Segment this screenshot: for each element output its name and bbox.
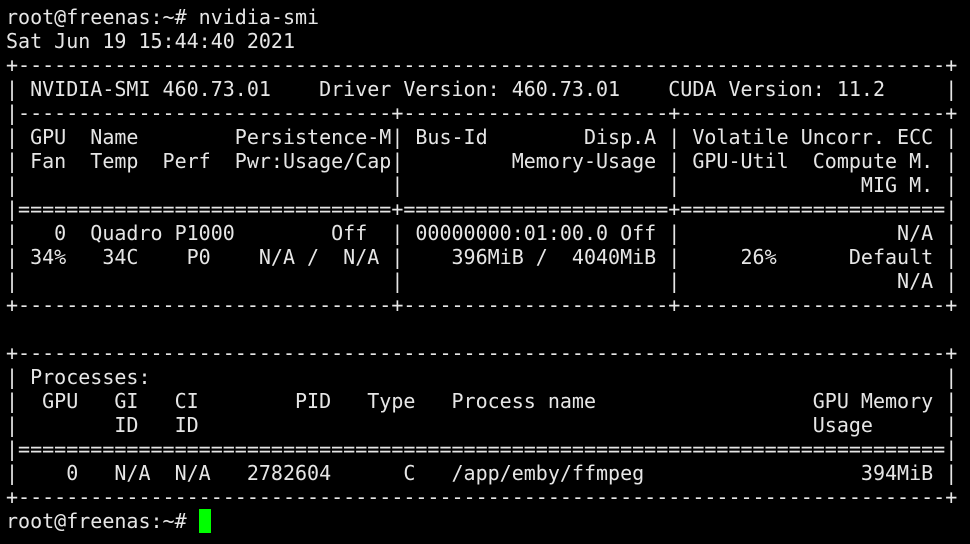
processes-border-top: +---------------------------------------… bbox=[6, 341, 958, 365]
gpu-row-line-1: | 0 Quadro P1000 Off | 00000000:01:00.0 … bbox=[6, 221, 958, 245]
processes-title-line: | Processes: | bbox=[6, 365, 958, 389]
timestamp-line: Sat Jun 19 15:44:40 2021 bbox=[6, 29, 295, 53]
processes-border-bottom: +---------------------------------------… bbox=[6, 485, 958, 509]
process-row: | 0 N/A N/A 2782604 C /app/emby/ffmpeg 3… bbox=[6, 461, 958, 485]
gpu-header-line-3: | | | MIG M. | bbox=[6, 173, 958, 197]
table-border-top: +---------------------------------------… bbox=[6, 53, 958, 77]
processes-header-line-1: | GPU GI CI PID Type Process name GPU Me… bbox=[6, 389, 958, 413]
table-divider: |-------------------------------+-------… bbox=[6, 101, 958, 125]
gpu-header-line-2: | Fan Temp Perf Pwr:Usage/Cap| Memory-Us… bbox=[6, 149, 958, 173]
gpu-table-bottom: +-------------------------------+-------… bbox=[6, 293, 958, 317]
version-line: | NVIDIA-SMI 460.73.01 Driver Version: 4… bbox=[6, 77, 958, 101]
gpu-header-line-1: | GPU Name Persistence-M| Bus-Id Disp.A … bbox=[6, 125, 958, 149]
processes-header-separator: |=======================================… bbox=[6, 437, 958, 461]
terminal-window[interactable]: root@freenas:~# nvidia-smi Sat Jun 19 15… bbox=[0, 0, 970, 544]
terminal-cursor[interactable] bbox=[198, 509, 211, 533]
command-line: root@freenas:~# nvidia-smi bbox=[6, 5, 320, 29]
prompt-line[interactable]: root@freenas:~# bbox=[6, 509, 970, 533]
gpu-header-separator: |===============================+=======… bbox=[6, 197, 958, 221]
processes-header-line-2: | ID ID Usage | bbox=[6, 413, 958, 437]
gpu-row-line-2: | 34% 34C P0 N/A / N/A | 396MiB / 4040Mi… bbox=[6, 245, 958, 269]
gpu-row-line-3: | | | N/A | bbox=[6, 269, 958, 293]
prompt-text: root@freenas:~# bbox=[6, 509, 199, 533]
